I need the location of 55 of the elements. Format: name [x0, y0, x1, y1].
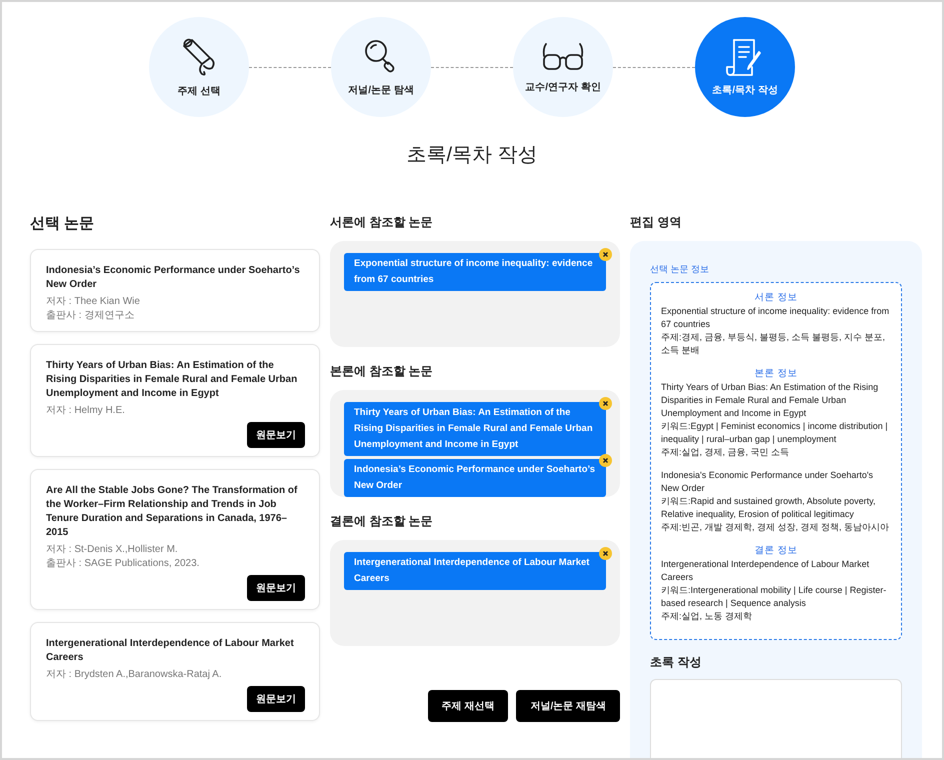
- section-heading: 본론에 참조할 논문: [330, 363, 434, 380]
- paper-title: Thirty Years of Urban Bias: An Estimation of the Rising Disparities in Female Rural and Female Urban Unemployment and Income in Egypt: [46, 359, 298, 401]
- view-original-button[interactable]: 원문보기: [247, 575, 305, 601]
- paper-author: 저자 : Helmy H.E.: [46, 404, 126, 418]
- info-text: 키워드:Egypt | Feminist economics | income distribution | inequality | rural–urban gap | unemployment: [661, 420, 889, 446]
- info-text: 주제:실업, 경제, 금융, 국민 소득: [661, 446, 790, 459]
- step-label: 교수/연구자 확인: [525, 81, 601, 94]
- info-section-heading: 본론 정보: [754, 367, 798, 380]
- paper-publisher: 출판사 : SAGE Publications, 2023.: [46, 557, 200, 571]
- view-original-button[interactable]: 원문보기: [247, 686, 305, 712]
- paper-author: 저자 : Thee Kian Wie: [46, 295, 141, 309]
- info-text: Intergenerational Interdependence of Labour Market Careers: [661, 558, 870, 584]
- view-original-button[interactable]: 원문보기: [247, 422, 305, 448]
- paper-chip[interactable]: Indonesia’s Economic Performance under Soeharto’s New Order: [344, 459, 606, 497]
- info-section-heading: 결론 정보: [754, 544, 798, 557]
- abstract-heading: 초록 작성: [650, 654, 702, 671]
- section-heading: 서론에 참조할 논문: [330, 214, 434, 231]
- info-text: 키워드:Intergenerational mobility | Life course | Register-based research | Sequence analysis: [661, 584, 888, 610]
- paper-title: Intergenerational Interdependence of Labour Market Careers: [46, 637, 295, 665]
- step-label: 저널/논문 탐색: [348, 84, 414, 97]
- paper-author: 저자 : St-Denis X.,Hollister M.: [46, 543, 179, 557]
- step-circle[interactable]: 교수/연구자 확인: [513, 17, 613, 117]
- paper-publisher: 출판사 : 경제연구소: [46, 309, 136, 323]
- close-icon[interactable]: [599, 454, 612, 467]
- info-text: 주제:실업, 노동 경제학: [661, 610, 754, 623]
- info-text: 주제:빈곤, 개발 경제학, 경제 성장, 경제 정책, 동남아시아: [661, 521, 890, 534]
- close-icon[interactable]: [599, 248, 612, 261]
- info-text: 주제:경제, 금융, 부등식, 불평등, 소득 불평등, 지수 분포, 소득 분배: [661, 331, 886, 357]
- section-heading: 결론에 참조할 논문: [330, 513, 434, 530]
- close-icon[interactable]: [599, 547, 612, 560]
- step-circle[interactable]: 저널/논문 탐색: [331, 17, 431, 117]
- step-label: 초록/목차 작성: [712, 84, 778, 97]
- document-pen-icon: [726, 37, 764, 77]
- info-text: Indonesia's Economic Performance under Soeharto's New Order: [661, 469, 874, 495]
- page-title: 초록/목차 작성: [405, 143, 539, 168]
- paper-title: Indonesia’s Economic Performance under Soeharto’s New Order: [46, 264, 301, 292]
- close-icon[interactable]: [599, 397, 612, 410]
- info-section-heading: 서론 정보: [754, 291, 798, 304]
- step-circle[interactable]: 초록/목차 작성: [695, 17, 795, 117]
- paper-author: 저자 : Brydsten A.,Baranowska-Rataj A.: [46, 668, 223, 682]
- action-button[interactable]: 주제 재선택: [428, 690, 508, 722]
- paper-title: Are All the Stable Jobs Gone? The Transformation of the Worker–Firm Relationship and Trends in Job Tenure Duration and Separations in Canada, 1976–2015: [46, 484, 298, 540]
- section-heading: 선택 논문: [30, 214, 96, 233]
- info-text: 키워드:Rapid and sustained growth, Absolute poverty, Relative inequality, Erosion of political legitimacy: [661, 495, 876, 521]
- paper-chip[interactable]: Intergenerational Interdependence of Labour Market Careers: [344, 552, 606, 590]
- info-label: 선택 논문 정보: [650, 263, 710, 276]
- abstract-field[interactable]: [650, 679, 902, 758]
- info-text: Thirty Years of Urban Bias: An Estimation of the Rising Disparities in Female Rural and Female Urban Unemployment and Income in Egypt: [661, 381, 880, 420]
- info-text: Exponential structure of income inequality: evidence from 67 countries: [661, 305, 890, 331]
- step-circle[interactable]: 주제 선택: [149, 17, 249, 117]
- paper-chip[interactable]: Exponential structure of income inequality: evidence from 67 countries: [344, 253, 606, 291]
- action-button[interactable]: 저널/논문 재탐색: [516, 690, 620, 722]
- section-heading: 편집 영역: [630, 214, 682, 231]
- paper-chip[interactable]: Thirty Years of Urban Bias: An Estimation of the Rising Disparities in Female Rural and Female Urban Unemployment and Income in Egypt: [344, 402, 606, 456]
- step-label: 주제 선택: [178, 85, 220, 98]
